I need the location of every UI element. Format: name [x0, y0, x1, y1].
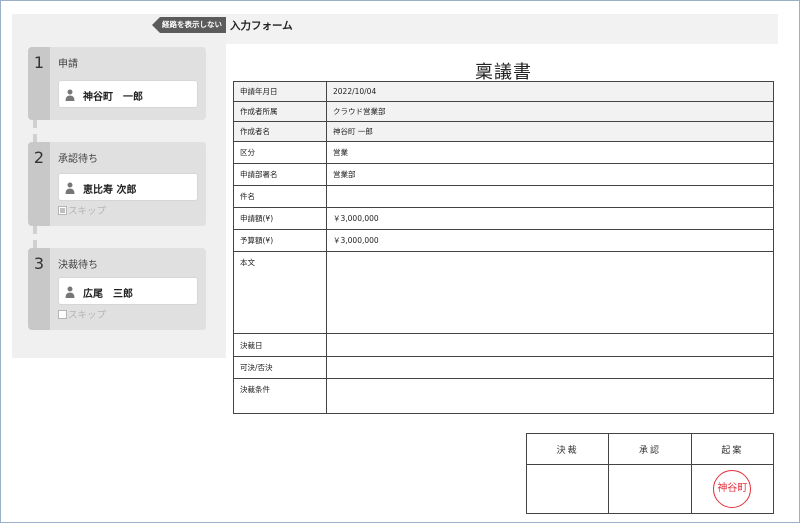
field-value[interactable]: 2022/10/04	[326, 81, 774, 102]
checkbox-icon	[58, 206, 67, 215]
person-icon	[65, 89, 75, 101]
step-title: 決裁待ち	[58, 260, 98, 271]
table-row: 本文	[233, 251, 774, 334]
skip-checkbox[interactable]: スキップ	[58, 307, 106, 321]
table-row: 申請額(¥) ￥3,000,000	[233, 207, 774, 230]
stamp-header-row: 決裁 承認 起案	[525, 433, 775, 465]
step-number-badge: 1	[28, 47, 50, 120]
table-row: 決裁条件	[233, 378, 774, 414]
approver-name: 広尾 三郎	[83, 289, 133, 300]
checkbox-icon	[58, 310, 67, 319]
skip-checkbox[interactable]: スキップ	[58, 203, 106, 217]
form-header: 入力フォーム	[226, 14, 778, 44]
field-value[interactable]: クラウド営業部	[326, 101, 774, 122]
stamp-header: 決裁	[525, 433, 610, 465]
field-value[interactable]	[326, 333, 774, 357]
approval-stamp-table: 決裁 承認 起案 神谷町	[525, 433, 775, 514]
field-label: 可決/否決	[233, 356, 327, 379]
field-label: 申請年月日	[233, 81, 327, 102]
step-approver-field[interactable]: 広尾 三郎	[58, 277, 198, 305]
field-value[interactable]	[326, 356, 774, 379]
route-connector	[33, 120, 37, 142]
field-value[interactable]	[326, 251, 774, 334]
field-label: 申請額(¥)	[233, 207, 327, 230]
approver-name: 恵比寿 次郎	[83, 185, 137, 196]
route-step-1: 1 申請 神谷町 一郎	[28, 47, 206, 120]
field-value[interactable]: 営業部	[326, 163, 774, 186]
field-value[interactable]: 神谷町 一郎	[326, 121, 774, 142]
table-row: 区分 営業	[233, 141, 774, 164]
field-value[interactable]	[326, 185, 774, 208]
step-title: 申請	[58, 59, 78, 70]
approver-name: 神谷町 一郎	[83, 92, 143, 103]
step-number-badge: 2	[28, 142, 50, 226]
hanko-seal-icon: 神谷町	[713, 470, 752, 508]
stamp-row: 神谷町	[525, 464, 775, 514]
table-row: 可決/否決	[233, 356, 774, 379]
stamp-cell-kessai	[525, 464, 610, 514]
stamp-header: 起案	[690, 433, 775, 465]
field-label: 作成者名	[233, 121, 327, 142]
field-value[interactable]	[326, 378, 774, 414]
field-value[interactable]: 営業	[326, 141, 774, 164]
field-label: 決裁日	[233, 333, 327, 357]
table-row: 予算額(¥) ￥3,000,000	[233, 229, 774, 252]
table-row: 件名	[233, 185, 774, 208]
field-label: 件名	[233, 185, 327, 208]
table-row: 決裁日	[233, 333, 774, 357]
stamp-cell-shonin	[608, 464, 692, 514]
route-connector	[33, 226, 37, 248]
stamp-cell-kian: 神谷町	[690, 464, 775, 514]
person-icon	[65, 286, 75, 298]
table-row: 作成者名 神谷町 一郎	[233, 121, 774, 142]
form-header-title: 入力フォーム	[230, 20, 293, 32]
field-value[interactable]: ￥3,000,000	[326, 229, 774, 252]
step-number-badge: 3	[28, 248, 50, 330]
field-label: 区分	[233, 141, 327, 164]
field-value[interactable]: ￥3,000,000	[326, 207, 774, 230]
route-step-2: 2 承認待ち 恵比寿 次郎 スキップ	[28, 142, 206, 226]
field-label: 本文	[233, 251, 327, 334]
field-label: 決裁条件	[233, 378, 327, 414]
ringi-form-table: 申請年月日 2022/10/04 作成者所属 クラウド営業部 作成者名 神谷町 …	[233, 81, 774, 414]
field-label: 作成者所属	[233, 101, 327, 122]
person-icon	[65, 182, 75, 194]
table-row: 作成者所属 クラウド営業部	[233, 101, 774, 122]
hide-route-button[interactable]: 経路を表示しない	[152, 17, 228, 33]
step-approver-field[interactable]: 神谷町 一郎	[58, 80, 198, 108]
table-row: 申請年月日 2022/10/04	[233, 81, 774, 102]
step-title: 承認待ち	[58, 154, 98, 165]
field-label: 予算額(¥)	[233, 229, 327, 252]
table-row: 申請部署名 営業部	[233, 163, 774, 186]
route-step-3: 3 決裁待ち 広尾 三郎 スキップ	[28, 248, 206, 330]
step-approver-field[interactable]: 恵比寿 次郎	[58, 173, 198, 201]
stamp-header: 承認	[608, 433, 692, 465]
field-label: 申請部署名	[233, 163, 327, 186]
